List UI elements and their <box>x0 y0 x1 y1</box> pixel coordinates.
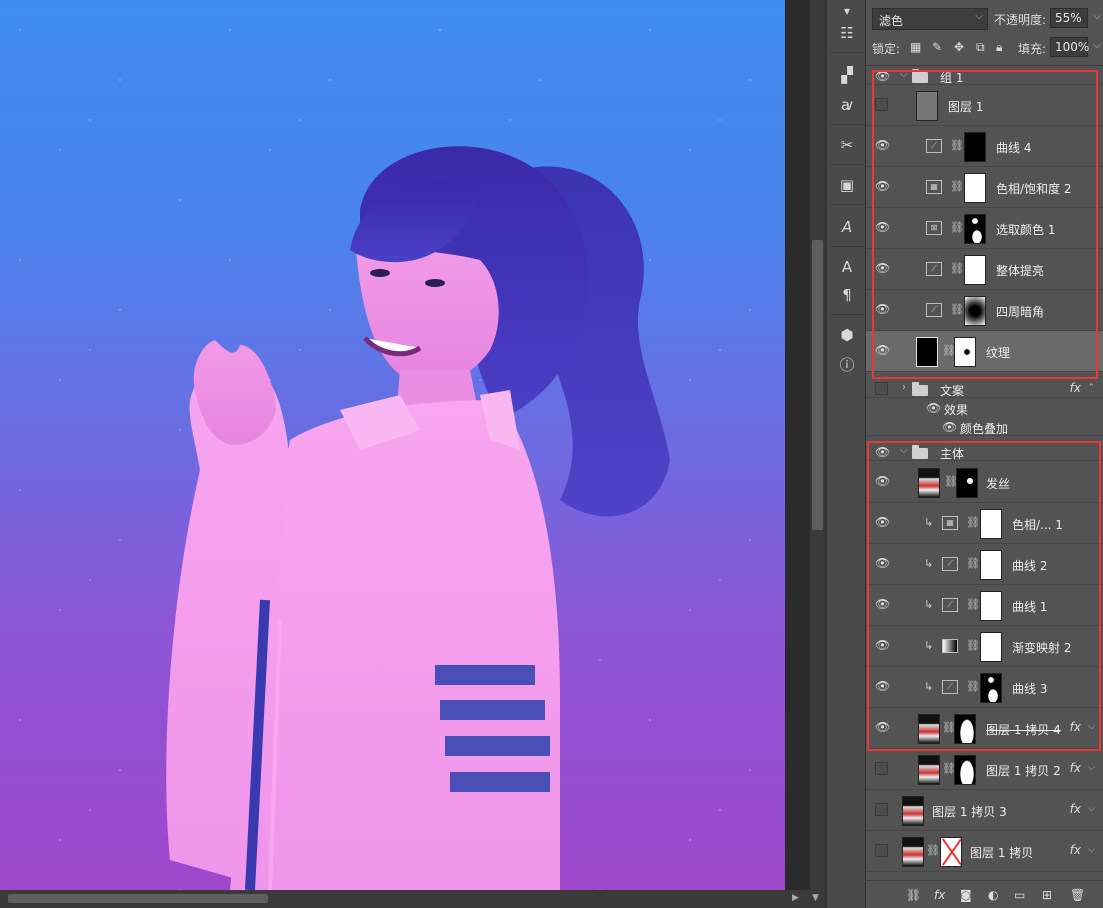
separator <box>831 52 863 53</box>
fx-icon[interactable]: fx <box>1070 802 1081 816</box>
fx-icon[interactable]: fx <box>1070 761 1081 775</box>
link-layers-icon[interactable]: ⛓︎ <box>906 888 921 902</box>
chevron-down-icon: ⌵ <box>975 11 983 22</box>
new-group-icon[interactable]: ▭ <box>1014 888 1025 902</box>
clone-source-icon[interactable]: ▞ <box>835 64 859 86</box>
layer-row-wenan[interactable]: › 文案 fx ⌃ <box>866 379 1103 398</box>
tool-presets-icon[interactable]: ✂ <box>835 134 859 156</box>
layers-panel: 滤色 ⌵ 不透明度: 55% ⌵ 锁定: ▦ ✎ ✥ ⧉ 🔒︎ 填充: 100%… <box>866 0 1103 908</box>
separator <box>831 124 863 125</box>
highlight-box-zhuti <box>867 441 1101 751</box>
glyphs-icon[interactable]: A <box>835 216 859 238</box>
opacity-label: 不透明度: <box>994 13 1047 27</box>
separator <box>831 204 863 205</box>
layer-thumbnail <box>902 837 924 867</box>
layer-name: 图层 1 拷贝 <box>970 846 1034 860</box>
layer-row-copy2[interactable]: ⛓︎ 图层 1 拷贝 2 fx ⌵ <box>866 749 1103 790</box>
new-layer-icon[interactable]: ⊞ <box>1042 888 1052 902</box>
effect-label: 效果 <box>944 403 969 417</box>
link-icon[interactable]: ⛓︎ <box>926 844 940 857</box>
chevron-up-icon[interactable]: ⌃ <box>1087 383 1095 393</box>
layer-thumbnail <box>918 755 940 785</box>
paragraph-icon[interactable]: ¶ <box>835 284 859 306</box>
chevron-down-icon[interactable]: ⌵ <box>1088 845 1095 855</box>
layer-options-bar: 滤色 ⌵ 不透明度: 55% ⌵ 锁定: ▦ ✎ ✥ ⧉ 🔒︎ 填充: 100%… <box>866 0 1103 66</box>
swatches-icon[interactable]: ▣ <box>835 174 859 196</box>
fill-value: 100% <box>1055 40 1090 54</box>
chevron-down-icon[interactable]: ⌵ <box>1088 804 1095 814</box>
adjustment-layer-icon[interactable]: ◐ <box>988 888 998 902</box>
eye-icon[interactable]: 👁︎ <box>942 420 957 434</box>
layer-thumbnail <box>902 796 924 826</box>
color-overlay-row[interactable]: 👁︎ 颜色叠加 <box>866 417 1103 436</box>
visibility-toggle[interactable] <box>875 382 888 395</box>
add-style-icon[interactable]: fx <box>934 888 945 902</box>
highlight-box-group1 <box>872 70 1098 379</box>
lock-transparent-icon[interactable]: ▦ <box>910 40 921 54</box>
add-mask-icon[interactable]: ◙ <box>960 888 972 902</box>
layers-bottom-toolbar: ⛓︎ fx ◙ ◐ ▭ ⊞ 🗑︎ <box>866 880 1103 908</box>
chevron-down-icon[interactable]: ⌵ <box>1093 11 1101 22</box>
3d-icon[interactable]: ⬢ <box>835 324 859 346</box>
layer-row-copy3[interactable]: 图层 1 拷贝 3 fx ⌵ <box>866 790 1103 831</box>
document-canvas[interactable] <box>0 0 785 890</box>
canvas-gutter <box>785 0 810 890</box>
panel-icon-strip: ▾ ☷ ▞ ꜹ ✂ ▣ A A ¶ ⬢ ⓘ <box>826 0 866 908</box>
info-icon[interactable]: ⓘ <box>835 354 859 376</box>
chevron-down-icon[interactable]: ⌵ <box>1088 763 1095 773</box>
blend-mode-select[interactable]: 滤色 ⌵ <box>872 8 988 30</box>
character-styles-icon[interactable]: ꜹ <box>835 94 859 116</box>
scroll-right-icon[interactable]: ▶ <box>792 893 799 903</box>
scroll-down-icon[interactable]: ▼ <box>812 893 819 903</box>
collapse-icon[interactable]: ▾ <box>835 0 859 22</box>
visibility-toggle[interactable] <box>875 803 888 816</box>
opacity-field[interactable]: 55% ⌵ <box>1050 8 1101 28</box>
layer-row-copy[interactable]: ⛓︎ 图层 1 拷贝 fx ⌵ <box>866 831 1103 872</box>
photoshop-window: ▶ ▼ ▾ ☷ ▞ ꜹ ✂ ▣ A A ¶ ⬢ ⓘ 滤色 ⌵ 不透明度: 55%… <box>0 0 1103 908</box>
vertical-scroll-thumb[interactable] <box>812 240 823 530</box>
separator <box>831 246 863 247</box>
mask-disabled-thumbnail[interactable] <box>940 837 962 867</box>
opacity-value: 55% <box>1055 11 1082 25</box>
lock-artboard-icon[interactable]: ⧉ <box>976 40 985 55</box>
chevron-down-icon[interactable]: ⌵ <box>1093 40 1101 51</box>
fx-icon[interactable]: fx <box>1070 381 1081 395</box>
chevron-right-icon[interactable]: › <box>902 382 906 393</box>
mask-thumbnail[interactable] <box>954 755 976 785</box>
eye-icon[interactable]: 👁︎ <box>926 401 941 415</box>
fx-icon[interactable]: fx <box>1070 843 1081 857</box>
horizontal-scroll-thumb[interactable] <box>8 894 268 903</box>
effect-name: 颜色叠加 <box>960 422 1009 436</box>
delete-layer-icon[interactable]: 🗑︎ <box>1070 888 1085 902</box>
lock-image-icon[interactable]: ✎ <box>932 40 942 54</box>
lock-position-icon[interactable]: ✥ <box>954 40 964 54</box>
separator <box>831 314 863 315</box>
lock-label: 锁定: <box>872 42 901 56</box>
visibility-toggle[interactable] <box>875 762 888 775</box>
blend-mode-value: 滤色 <box>879 14 904 28</box>
fill-field[interactable]: 100% ⌵ <box>1050 37 1101 57</box>
effect-row[interactable]: 👁︎ 效果 <box>866 398 1103 417</box>
separator <box>831 164 863 165</box>
layer-name: 图层 1 拷贝 2 <box>986 764 1061 778</box>
character-icon[interactable]: A <box>835 256 859 278</box>
folder-icon <box>912 382 928 396</box>
lock-all-icon[interactable]: 🔒︎ <box>996 40 1002 55</box>
visibility-toggle[interactable] <box>875 844 888 857</box>
subject-figure <box>166 146 670 890</box>
properties-icon[interactable]: ☷ <box>835 22 859 44</box>
fill-label: 填充: <box>1018 42 1047 56</box>
layer-name: 图层 1 拷贝 3 <box>932 805 1007 819</box>
layer-name: 文案 <box>940 384 965 398</box>
